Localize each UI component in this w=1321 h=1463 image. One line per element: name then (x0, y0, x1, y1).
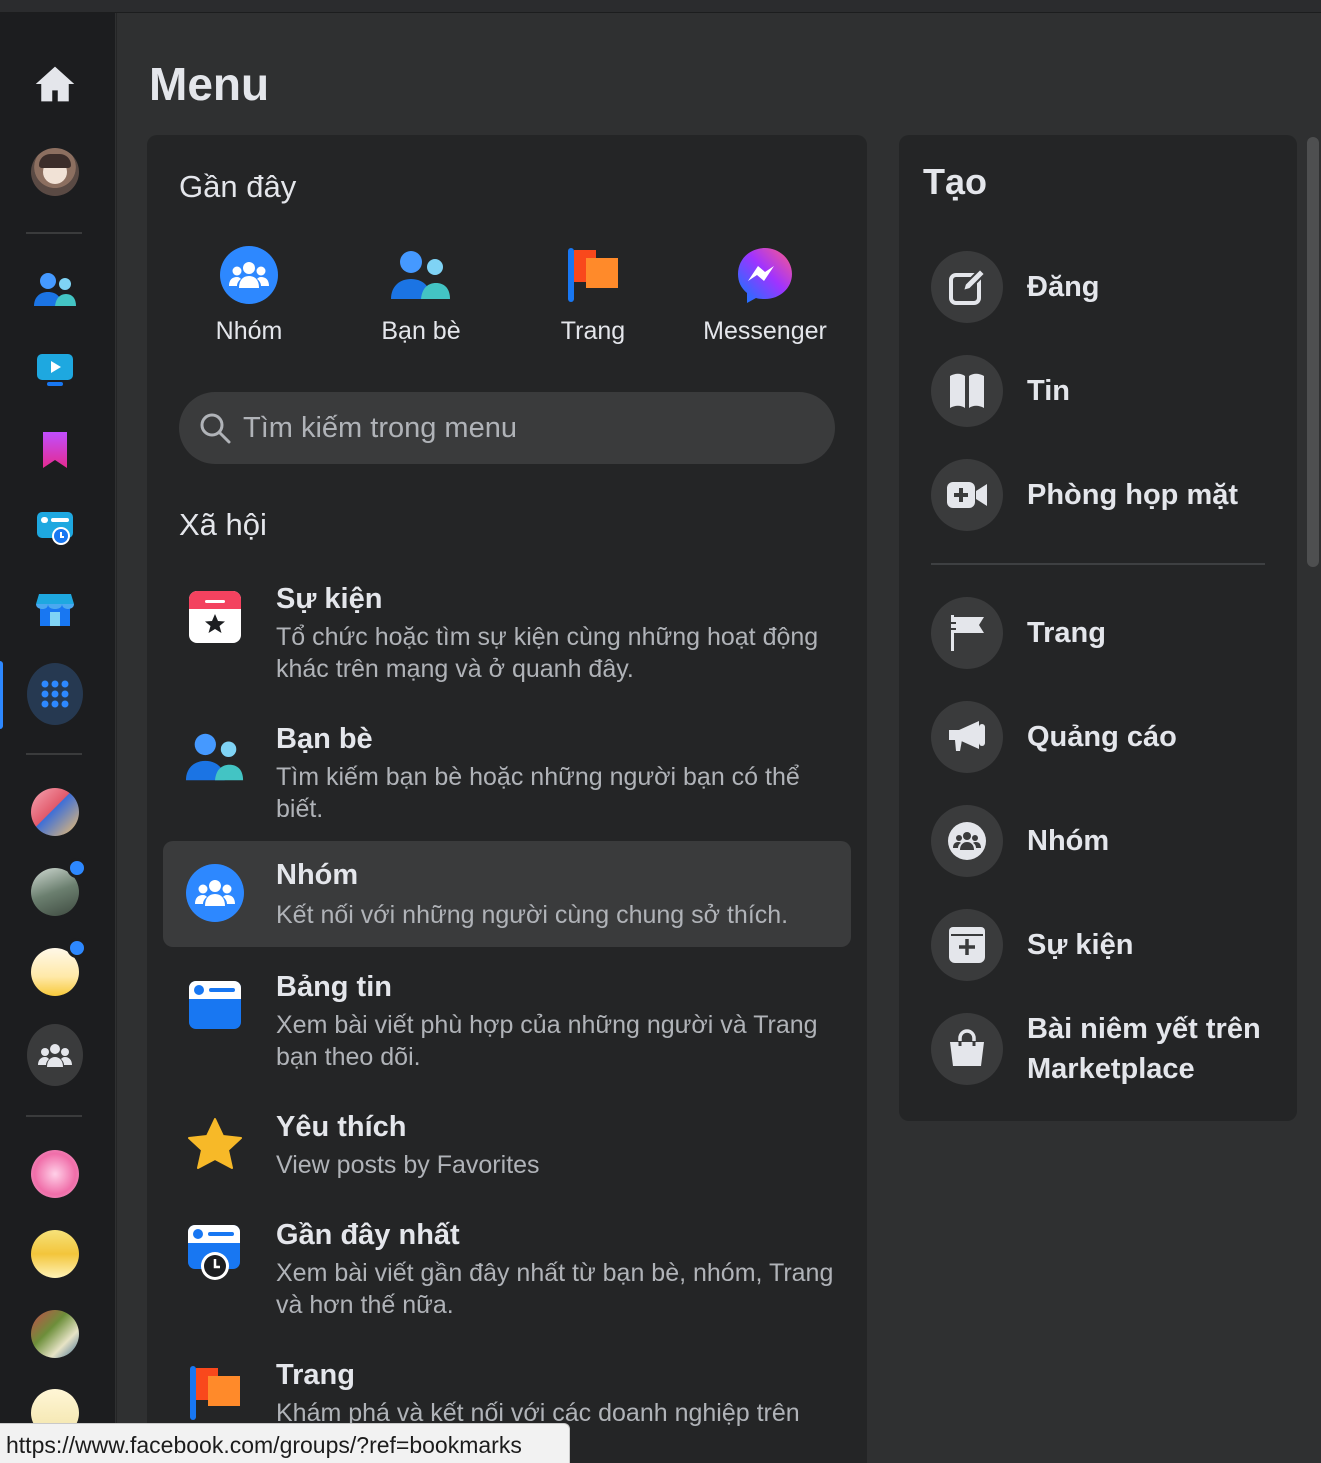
create-room-button[interactable]: Phòng họp mặt (931, 459, 1291, 531)
story-book-icon (931, 355, 1003, 427)
create-page-button[interactable]: Trang (931, 597, 1291, 669)
create-item-label: Bài niêm yết trên Marketplace (1027, 1013, 1261, 1085)
social-item-friends[interactable]: Bạn bè Tìm kiếm bạn bè hoặc những người … (163, 715, 851, 843)
social-item-groups[interactable]: Nhóm Kết nối với những người cùng chung … (163, 841, 851, 947)
social-item-title: Sự kiện (276, 583, 383, 615)
saved-bookmark-icon[interactable] (27, 422, 83, 478)
social-item-description: Kết nối với những người cùng chung sở th… (276, 901, 789, 929)
social-item-favorites[interactable]: Yêu thích View posts by Favorites (163, 1103, 851, 1203)
recent-item-friends[interactable]: Bạn bè (336, 235, 506, 346)
main-content: Menu Gần đây Nhóm Bạn bè Trang Messenger… (117, 13, 1321, 1463)
page-shortcut-avatar[interactable] (27, 1306, 83, 1362)
create-card: Tạo Đăng Tin Phòng họp mặt Trang Quảng c… (899, 135, 1297, 1121)
status-bar-link-url: https://www.facebook.com/groups/?ref=boo… (0, 1423, 570, 1463)
event-plus-icon (931, 909, 1003, 981)
create-story-button[interactable]: Tin (931, 355, 1291, 427)
profile-avatar[interactable] (27, 144, 83, 200)
social-item-title: Yêu thích (276, 1111, 407, 1143)
menu-grid-icon[interactable] (27, 663, 83, 725)
group-icon (931, 805, 1003, 877)
recent-feed-clock-icon[interactable] (27, 500, 83, 556)
search-input[interactable] (243, 411, 803, 445)
browser-top-strip (0, 0, 1321, 13)
create-item-label: Sự kiện (1027, 929, 1134, 961)
rail-divider (26, 753, 82, 755)
marketplace-store-icon[interactable] (27, 582, 83, 638)
recent-item-label: Trang (560, 317, 626, 345)
recent-item-pages[interactable]: Trang (508, 235, 678, 346)
megaphone-icon (931, 701, 1003, 773)
pages-flag-icon (185, 1363, 245, 1423)
friends-icon (185, 727, 245, 787)
social-item-title: Gần đây nhất (276, 1219, 460, 1251)
friends-icon (336, 235, 506, 315)
recent-item-label: Messenger (703, 317, 827, 345)
social-item-description: Xem bài viết phù hợp của những người và … (276, 1011, 818, 1071)
social-item-title: Bảng tin (276, 971, 392, 1003)
recent-section-title: Gần đây (179, 169, 297, 204)
page-shortcut-avatar[interactable] (27, 1226, 83, 1282)
social-item-feed[interactable]: Bảng tin Xem bài viết phù hợp của những … (163, 963, 851, 1081)
create-item-label: Đăng (1027, 271, 1100, 303)
page-scrollbar-thumb[interactable] (1307, 137, 1319, 567)
rail-divider (26, 1115, 82, 1117)
feed-icon (185, 975, 245, 1035)
create-item-label: Phòng họp mặt (1027, 479, 1239, 511)
social-item-title: Trang (276, 1359, 355, 1391)
social-item-pages[interactable]: Trang Khám phá và kết nối với các doanh … (163, 1351, 851, 1431)
events-calendar-icon (185, 587, 245, 647)
page-title: Menu (149, 58, 270, 110)
social-item-description: Tổ chức hoặc tìm sự kiện cùng những hoạt… (276, 623, 819, 683)
menu-card: Gần đây Nhóm Bạn bè Trang Messenger Tìm … (147, 135, 867, 1463)
create-item-label: Nhóm (1027, 825, 1110, 857)
create-group-button[interactable]: Nhóm (931, 805, 1291, 877)
watch-video-icon[interactable] (27, 342, 83, 398)
groups-icon (164, 235, 334, 315)
recent-item-groups[interactable]: Nhóm (164, 235, 334, 346)
messenger-icon (680, 235, 850, 315)
left-shortcut-rail (0, 13, 116, 1463)
create-item-label: Tin (1027, 375, 1070, 407)
create-event-button[interactable]: Sự kiện (931, 909, 1291, 981)
recent-feed-clock-icon (185, 1223, 245, 1283)
social-section-title: Xã hội (179, 507, 267, 542)
shopping-bag-icon (931, 1013, 1003, 1085)
social-item-description: Tìm kiếm bạn bè hoặc những người bạn có … (276, 763, 800, 823)
group-shortcut-avatar[interactable] (27, 938, 87, 1000)
recent-item-label: Bạn bè (381, 317, 461, 345)
social-item-description: Xem bài viết gần đây nhất từ bạn bè, nhó… (276, 1259, 834, 1319)
rail-divider (26, 232, 82, 234)
create-marketplace-listing-button[interactable]: Bài niêm yết trên Marketplace (931, 1013, 1291, 1093)
create-post-button[interactable]: Đăng (931, 251, 1291, 323)
create-divider (931, 563, 1265, 565)
star-icon (185, 1115, 245, 1175)
create-item-label: Trang (1027, 617, 1106, 649)
page-shortcut-avatar[interactable] (27, 1146, 83, 1202)
social-item-title: Nhóm (276, 859, 359, 891)
menu-search-box[interactable] (179, 392, 835, 464)
compose-icon (931, 251, 1003, 323)
groups-icon[interactable] (27, 1024, 83, 1086)
friends-icon[interactable] (27, 262, 83, 318)
group-shortcut-avatar[interactable] (27, 784, 83, 840)
notification-dot (67, 938, 87, 958)
groups-icon (185, 863, 245, 923)
video-room-icon (931, 459, 1003, 531)
social-item-description: View posts by Favorites (276, 1151, 540, 1179)
notification-dot (67, 858, 87, 878)
rail-active-indicator (0, 661, 3, 729)
create-item-label: Quảng cáo (1027, 721, 1177, 753)
create-ad-button[interactable]: Quảng cáo (931, 701, 1291, 773)
social-item-most-recent[interactable]: Gần đây nhất Xem bài viết gần đây nhất t… (163, 1211, 851, 1339)
search-icon (200, 413, 231, 444)
home-icon[interactable] (27, 56, 83, 112)
pages-flag-icon (508, 235, 678, 315)
recent-item-label: Nhóm (215, 317, 283, 345)
social-item-title: Bạn bè (276, 723, 373, 755)
group-shortcut-avatar[interactable] (27, 858, 87, 920)
create-section-title: Tạo (923, 161, 988, 202)
recent-item-messenger[interactable]: Messenger (680, 235, 850, 346)
social-item-events[interactable]: Sự kiện Tổ chức hoặc tìm sự kiện cùng nh… (163, 575, 851, 703)
flag-icon (931, 597, 1003, 669)
